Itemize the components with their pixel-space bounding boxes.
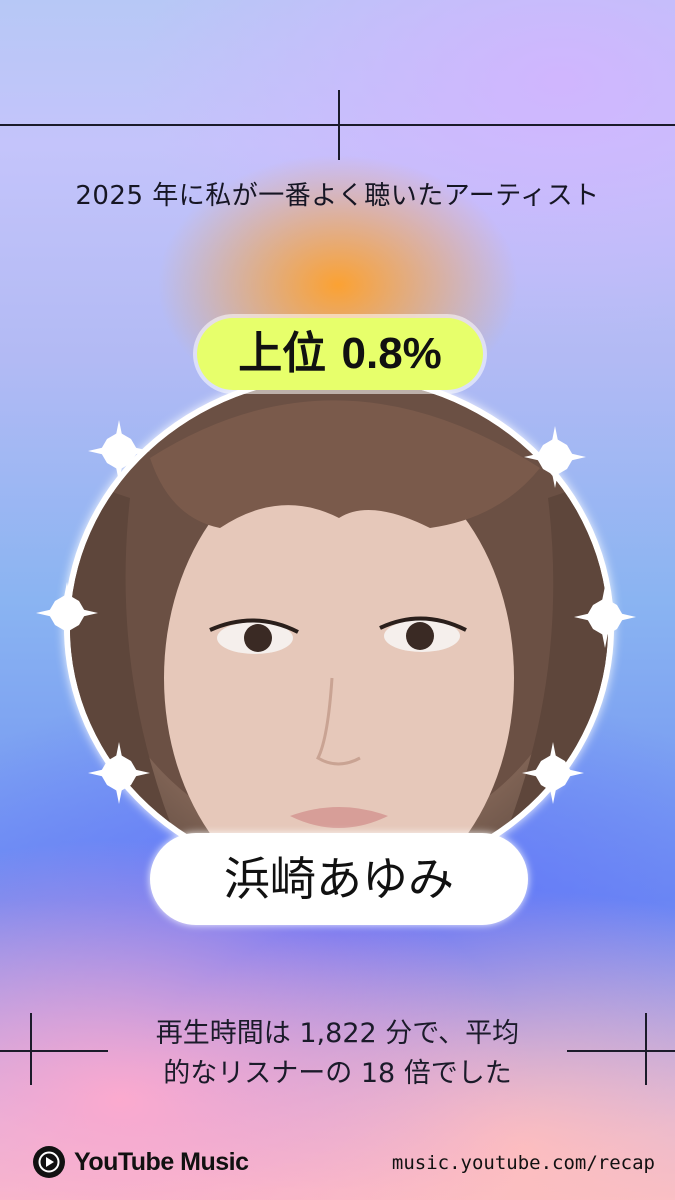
- brand-name: YouTube Music: [74, 1147, 249, 1176]
- listening-stats: 再生時間は 1,822 分で、平均 的なリスナーの 18 倍でした: [0, 1014, 675, 1094]
- sparkle-icon: [88, 420, 150, 482]
- top-cross-line: [338, 90, 340, 160]
- recap-url[interactable]: music.youtube.com/recap: [392, 1152, 655, 1174]
- stats-line-2: 的なリスナーの 18 倍でした: [163, 1058, 512, 1089]
- page-title: 2025 年に私が一番よく聴いたアーティスト: [75, 181, 600, 211]
- recap-card: 2025 年に私が一番よく聴いたアーティスト 上位 0.8% 浜崎あゆみ 再生時…: [0, 0, 675, 1200]
- sparkle-icon: [524, 426, 586, 488]
- rank-badge: 上位 0.8%: [197, 318, 483, 390]
- stats-line-1: 再生時間は 1,822 分で、平均: [155, 1018, 520, 1049]
- sparkle-icon: [88, 742, 150, 804]
- sparkle-icon: [522, 742, 584, 804]
- youtube-music-icon: [33, 1146, 65, 1178]
- artist-name: 浜崎あゆみ: [150, 833, 528, 925]
- sparkle-icon: [574, 586, 636, 648]
- sparkle-icon: [36, 582, 98, 644]
- rank-prefix: 上位: [238, 328, 327, 379]
- youtube-music-logo: YouTube Music: [32, 1143, 249, 1181]
- rank-value: 0.8%: [341, 329, 442, 378]
